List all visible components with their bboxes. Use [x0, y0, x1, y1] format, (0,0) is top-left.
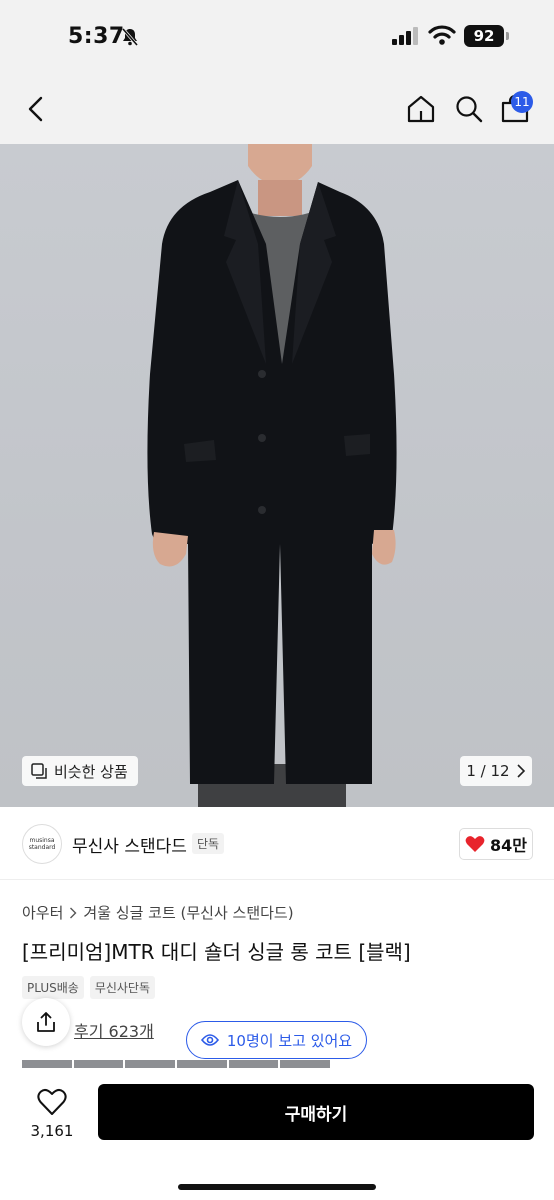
brand-like-button[interactable]: 84만	[459, 828, 533, 860]
brand-logo-text-1: musinsa	[29, 836, 55, 844]
battery-indicator: 92	[464, 25, 504, 47]
similar-products-icon	[31, 763, 47, 779]
brand-row: musinsa standard 무신사 스탠다드 단독 84만	[0, 808, 554, 880]
viewers-text: 10명이 보고 있어요	[226, 1031, 353, 1050]
chevron-right-icon	[70, 907, 77, 918]
share-button[interactable]	[22, 998, 70, 1046]
breadcrumb-item-outer[interactable]: 아우터	[22, 902, 63, 923]
thumbnail[interactable]	[280, 1060, 330, 1068]
similar-products-button[interactable]: 비슷한 상품	[22, 756, 138, 786]
reviews-link[interactable]: 후기 623개	[74, 1018, 154, 1042]
product-title: [프리미엄]MTR 대디 숄더 싱글 롱 코트 [블랙]	[22, 940, 411, 964]
model-coat-illustration	[147, 144, 397, 807]
heart-filled-icon	[465, 836, 485, 852]
thumbnail[interactable]	[177, 1060, 227, 1068]
favorite-count: 3,161	[30, 1122, 74, 1140]
thumbnail[interactable]	[125, 1060, 176, 1068]
brand-like-count: 84만	[490, 836, 527, 855]
thumbnail[interactable]	[228, 1060, 279, 1068]
status-time: 5:37	[68, 24, 125, 49]
home-indicator	[178, 1184, 376, 1190]
similar-products-label: 비슷한 상품	[54, 762, 128, 781]
exclusive-tag: 단독	[192, 833, 225, 854]
buy-button[interactable]: 구매하기	[98, 1084, 534, 1140]
bell-muted-icon	[121, 28, 139, 46]
tag-plus-delivery: PLUS배송	[22, 976, 84, 999]
viewers-badge: 10명이 보고 있어요	[186, 1021, 367, 1059]
tag-musinsa-exclusive: 무신사단독	[89, 976, 156, 999]
cart-count-badge: 11	[511, 91, 533, 113]
home-icon[interactable]	[406, 94, 436, 124]
thumbnail[interactable]	[73, 1060, 124, 1068]
chevron-right-icon	[517, 764, 525, 778]
eye-icon	[200, 1034, 219, 1046]
product-image[interactable]	[0, 144, 554, 807]
breadcrumb-item-category[interactable]: 겨울 싱글 코트 (무신사 스탠다드)	[83, 902, 293, 923]
share-icon	[37, 1012, 55, 1032]
cellular-signal-icon	[392, 27, 418, 45]
bottom-action-bar: 3,161 구매하기	[0, 1068, 554, 1200]
breadcrumb: 아우터 겨울 싱글 코트 (무신사 스탠다드)	[22, 902, 294, 923]
search-icon[interactable]	[454, 94, 484, 124]
brand-logo-text-2: standard	[28, 844, 56, 851]
heart-outline-icon	[37, 1088, 67, 1115]
brand-name[interactable]: 무신사 스탠다드	[72, 832, 187, 857]
status-bar: 5:37 92	[0, 0, 554, 72]
product-tags: PLUS배송 무신사단독	[22, 976, 156, 999]
battery-tip	[506, 32, 509, 40]
image-pager-count: 1 / 12	[466, 762, 510, 780]
wifi-icon	[428, 25, 456, 45]
thumbnail-strip[interactable]	[22, 1060, 330, 1068]
favorite-button[interactable]: 3,161	[30, 1088, 74, 1140]
brand-logo[interactable]: musinsa standard	[22, 824, 62, 864]
top-navigation: 11	[0, 72, 554, 144]
back-arrow-icon[interactable]	[24, 96, 48, 122]
thumbnail[interactable]	[22, 1060, 72, 1068]
image-pager[interactable]: 1 / 12	[460, 756, 532, 786]
